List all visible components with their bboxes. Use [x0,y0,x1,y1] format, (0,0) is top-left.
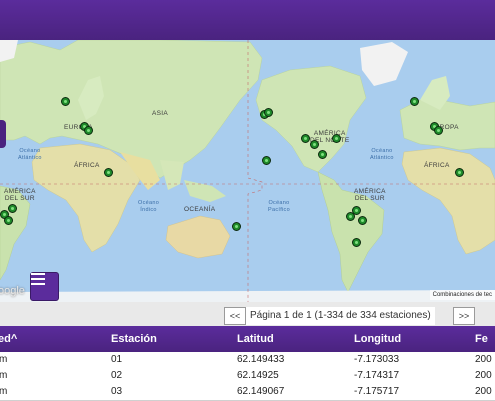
prev-page-button[interactable]: << [224,307,246,325]
cell-latitude: 62.149067 [237,386,285,397]
map-label-south-america-left: AMÉRICA DEL SUR [4,188,36,202]
cell-latitude: 62.149433 [237,354,285,365]
column-header-latitude[interactable]: Latitud [237,333,274,345]
cell-station: 01 [111,354,123,365]
map-label-south-america-right: AMÉRICA DEL SUR [354,188,386,202]
station-marker[interactable] [8,204,17,213]
station-marker[interactable] [4,216,13,225]
column-header-longitude[interactable]: Longitud [354,333,401,345]
table-row[interactable]: xm 03 62.149067 -7.175717 200 [0,384,495,401]
station-marker[interactable] [332,134,341,143]
cell-name: xm [0,370,8,381]
cell-date: 200 [475,386,492,397]
cell-date: 200 [475,370,492,381]
station-marker[interactable] [301,134,310,143]
table-row[interactable]: xm 02 62.14925 -7.174317 200 [0,368,495,385]
cell-longitude: -7.174317 [354,370,400,381]
pagination-bar: << Página 1 de 1 (1-334 de 334 estacione… [0,302,495,326]
station-marker[interactable] [264,108,273,117]
map-label-pacific-ocean: Océano Pacífico [268,200,290,213]
table-row[interactable]: xm 01 62.149433 -7.173033 200 [0,352,495,369]
station-marker[interactable] [310,140,319,149]
app-header-bar [0,0,495,40]
column-header-sort[interactable]: ed^ [0,333,17,345]
cell-longitude: -7.175717 [354,386,400,397]
hamburger-icon [31,273,45,285]
cell-date: 200 [475,354,492,365]
pagination-status: Página 1 de 1 (1-334 de 334 estaciones) [246,307,435,325]
cell-station: 02 [111,370,123,381]
station-marker[interactable] [104,168,113,177]
cell-station: 03 [111,386,123,397]
station-marker[interactable] [455,168,464,177]
map-label-atlantic-right: Océano Atlántico [370,148,394,161]
station-marker[interactable] [410,97,419,106]
next-page-button[interactable]: >> [453,307,475,325]
map-attribution[interactable]: Combinaciones de tec [429,290,495,300]
column-header-station[interactable]: Estación [111,333,157,345]
map-label-africa-right: ÁFRICA [424,162,450,169]
station-marker[interactable] [352,238,361,247]
world-map-background [0,40,495,302]
station-marker[interactable] [318,150,327,159]
cell-longitude: -7.173033 [354,354,400,365]
menu-button[interactable] [30,272,59,301]
cell-latitude: 62.14925 [237,370,279,381]
station-marker[interactable] [232,222,241,231]
map-label-africa-left: ÁFRICA [74,162,100,169]
cell-name: xm [0,386,8,397]
map-label-asia: ASIA [152,110,169,117]
station-marker[interactable] [84,126,93,135]
column-header-date[interactable]: Fe [475,333,488,345]
cell-name: xm [0,354,8,365]
map-label-atlantic-left: Océano Atlántico [18,148,42,161]
google-logo: oogle [0,285,25,297]
station-marker[interactable] [262,156,271,165]
map-label-oceania: OCEANÍA [184,206,216,213]
map-side-toggle[interactable] [0,120,6,148]
station-marker[interactable] [358,216,367,225]
station-marker[interactable] [352,206,361,215]
stations-table-header: ed^ Estación Latitud Longitud Fe [0,326,495,352]
map-label-indian-ocean: Océano Índico [138,200,160,213]
station-marker[interactable] [61,97,70,106]
station-marker[interactable] [434,126,443,135]
stations-map[interactable]: ASIA EUROPA EUROPA ÁFRICA ÁFRICA OCEANÍA… [0,40,495,302]
